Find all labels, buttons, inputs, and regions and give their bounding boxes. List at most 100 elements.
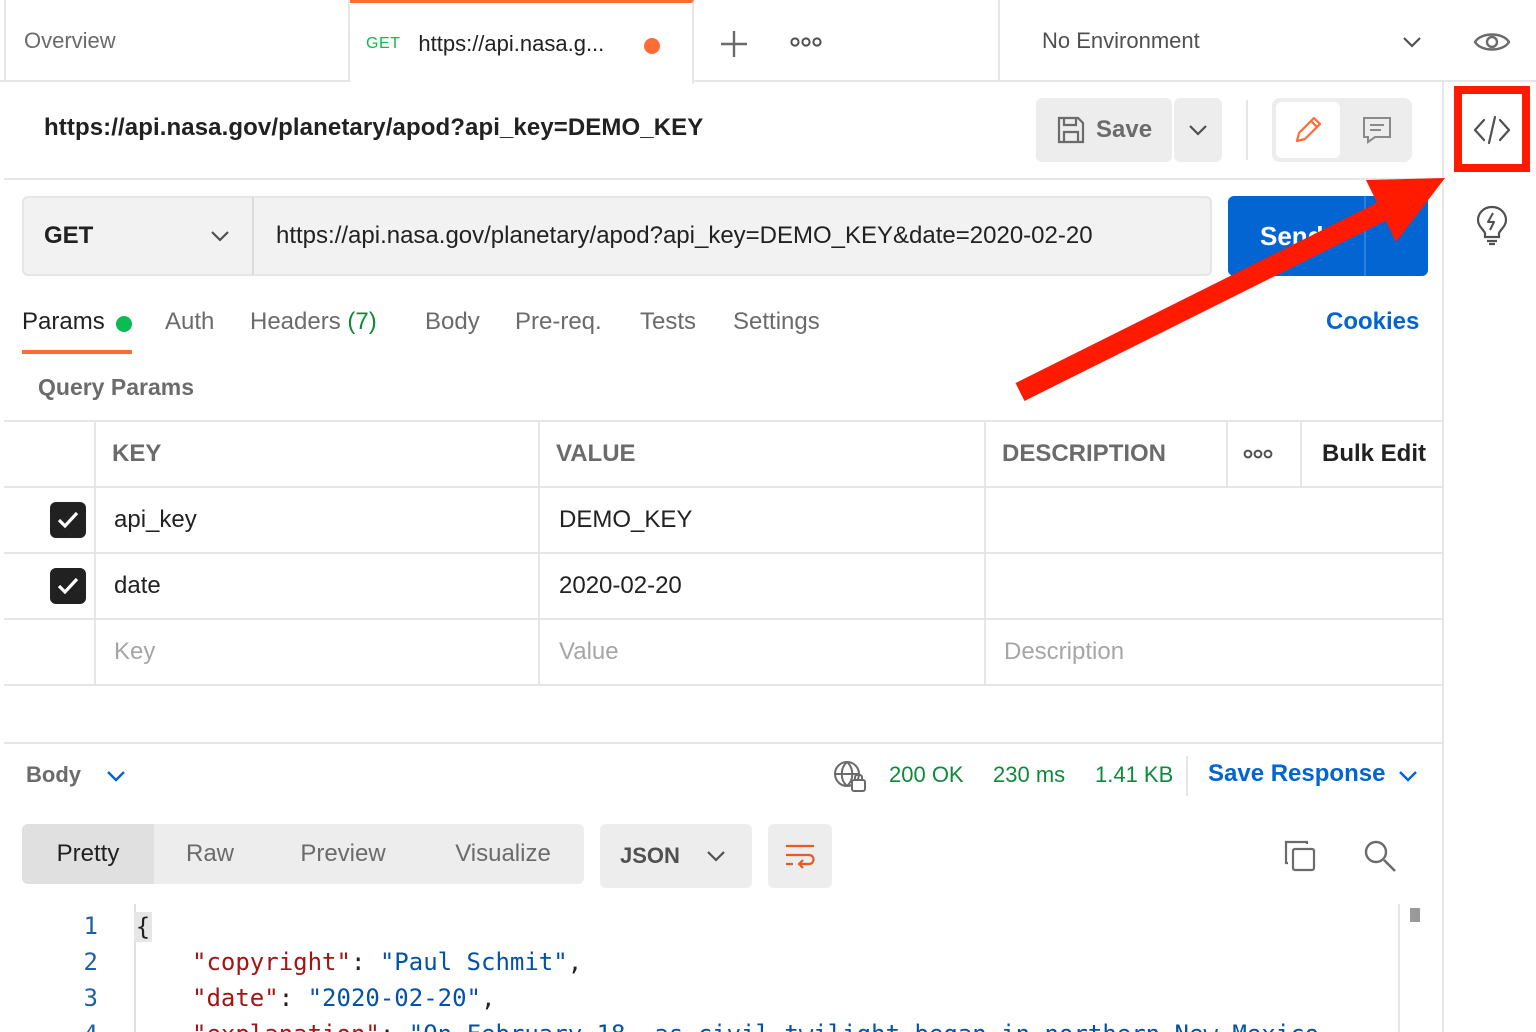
param-key-cell[interactable]: api_key (114, 488, 197, 552)
environment-label: No Environment (1042, 28, 1200, 53)
code-scrollbar-thumb[interactable] (1410, 908, 1420, 922)
response-body-viewer[interactable]: 1 { 2 "copyright": "Paul Schmit", 3 "dat… (4, 904, 1440, 1032)
more-options-icon (1243, 449, 1273, 459)
divider (94, 420, 96, 684)
params-active-dot (116, 316, 132, 332)
tab-settings-label: Settings (733, 308, 820, 335)
copy-icon[interactable] (1282, 838, 1318, 874)
response-time[interactable]: 230 ms (993, 762, 1065, 788)
param-enabled-checkbox[interactable] (50, 502, 86, 538)
response-view-tabs: Pretty Raw Preview Visualize (22, 824, 584, 884)
divider (1300, 420, 1302, 486)
chevron-down-icon[interactable] (1396, 764, 1420, 788)
chevron-down-icon (707, 851, 725, 862)
environment-quick-look-eye-icon[interactable] (1472, 26, 1512, 58)
param-enabled-checkbox[interactable] (50, 568, 86, 604)
view-raw[interactable]: Raw (154, 824, 266, 884)
request-name[interactable]: https://api.nasa.gov/planetary/apod?api_… (44, 114, 703, 142)
checkmark-icon (57, 577, 79, 595)
tab-pre-request[interactable]: Pre-req. (515, 308, 602, 336)
bulk-edit-button[interactable]: Bulk Edit (1322, 422, 1426, 486)
code-line-1: { (134, 912, 152, 942)
chevron-down-icon[interactable] (104, 764, 128, 788)
chevron-down-icon (211, 231, 229, 242)
new-param-value-input[interactable]: Value (559, 620, 619, 684)
tab-request-title: https://api.nasa.g... (418, 30, 605, 56)
divider (4, 742, 1442, 744)
json-value: "On February 18, as civil twilight began… (409, 1020, 1319, 1032)
wrap-lines-icon (786, 844, 815, 869)
divider (1226, 420, 1228, 486)
annotation-arrow (1015, 178, 1445, 401)
table-row: api_key DEMO_KEY (4, 488, 1442, 554)
chevron-down-icon (1403, 37, 1421, 48)
line-number: 1 (83, 912, 98, 940)
view-pretty[interactable]: Pretty (22, 824, 154, 884)
response-size[interactable]: 1.41 KB (1095, 762, 1173, 788)
active-tab-indicator (22, 350, 132, 354)
tab-request[interactable]: GET https://api.nasa.g... (350, 0, 694, 84)
column-options-button[interactable] (1240, 422, 1276, 486)
code-line-3: "date": "2020-02-20", (192, 984, 496, 1012)
param-description-cell[interactable] (1004, 488, 1434, 552)
column-header-key: KEY (112, 440, 162, 467)
wrap-lines-button[interactable] (768, 824, 832, 888)
save-response-button[interactable]: Save Response (1208, 760, 1385, 788)
tab-overview-label: Overview (24, 28, 116, 53)
checkmark-icon (57, 511, 79, 529)
tab-bar: Overview GET https://api.nasa.g... No En… (0, 0, 1536, 84)
save-options-dropdown[interactable] (1174, 98, 1222, 162)
new-param-key-input[interactable]: Key (114, 620, 155, 684)
divider (984, 420, 986, 684)
comment-mode-button[interactable] (1346, 102, 1408, 158)
tab-pre-request-label: Pre-req. (515, 308, 602, 335)
line-number: 4 (68, 1020, 98, 1032)
save-button[interactable]: Save (1036, 98, 1172, 162)
tab-tests[interactable]: Tests (640, 308, 696, 336)
response-status[interactable]: 200 OK (889, 762, 964, 788)
param-value-cell[interactable]: 2020-02-20 (559, 554, 682, 618)
code-line-4: "explanation": "On February 18, as civil… (192, 1020, 1319, 1032)
code-scrollbar-track[interactable] (1398, 904, 1400, 1032)
save-label: Save (1096, 116, 1153, 143)
edit-mode-button[interactable] (1276, 102, 1340, 158)
response-format-select[interactable]: JSON (600, 824, 752, 888)
param-key-cell[interactable]: date (114, 554, 161, 618)
view-preview[interactable]: Preview (278, 824, 408, 884)
new-tab-plus-icon[interactable] (716, 26, 752, 62)
new-param-description-input[interactable]: Description (1004, 620, 1124, 684)
code-line-2: "copyright": "Paul Schmit", (192, 948, 583, 976)
line-number: 3 (83, 984, 98, 1012)
unsaved-changes-dot (644, 38, 660, 54)
more-tabs-icon[interactable] (788, 30, 824, 54)
search-icon[interactable] (1362, 838, 1398, 874)
chevron-down-icon (1189, 125, 1207, 136)
pencil-icon (1295, 116, 1322, 143)
comment-icon (1363, 117, 1391, 144)
tab-headers[interactable]: Headers (7) (250, 308, 377, 336)
tab-overview[interactable]: Overview (4, 0, 350, 82)
response-body-label[interactable]: Body (26, 762, 81, 788)
line-number: 2 (83, 948, 98, 976)
tab-request-method: GET (366, 34, 401, 52)
tab-params-label: Params (22, 308, 105, 335)
tab-auth[interactable]: Auth (165, 308, 214, 336)
response-format-label: JSON (620, 843, 680, 868)
json-value: "Paul Schmit" (379, 948, 568, 976)
tab-headers-label: Headers (250, 308, 341, 335)
tab-auth-label: Auth (165, 308, 215, 335)
table-row-empty: Key Value Description (4, 620, 1442, 686)
tab-settings[interactable]: Settings (733, 308, 820, 336)
code-snippet-icon[interactable] (1472, 110, 1512, 150)
param-value-cell[interactable]: DEMO_KEY (559, 488, 692, 552)
table-row: date 2020-02-20 (4, 554, 1442, 620)
lightbulb-icon[interactable] (1474, 204, 1510, 246)
tab-body[interactable]: Body (425, 308, 480, 336)
tab-tests-label: Tests (640, 308, 697, 335)
network-globe-lock-icon[interactable] (832, 758, 868, 794)
param-description-cell[interactable] (1004, 554, 1434, 618)
tab-params[interactable]: Params (22, 308, 105, 336)
json-value: "2020-02-20" (307, 984, 481, 1012)
environment-select[interactable]: No Environment (998, 0, 1444, 82)
view-visualize[interactable]: Visualize (428, 824, 578, 884)
